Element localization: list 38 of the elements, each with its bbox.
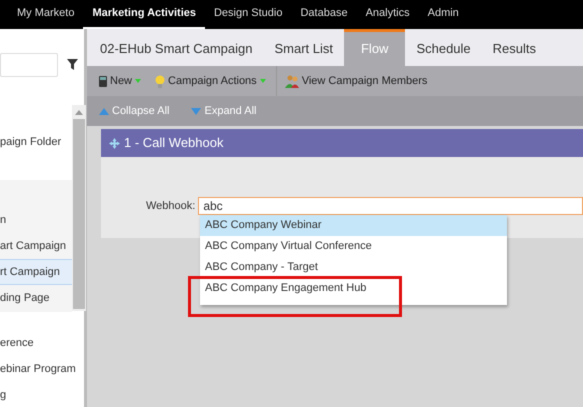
nav-tab[interactable]: Analytics xyxy=(356,0,419,29)
dropdown-caret-icon xyxy=(260,79,266,83)
dropdown-caret-icon xyxy=(135,79,142,83)
toolbar-button[interactable]: New xyxy=(99,66,152,96)
tree-item[interactable]: g xyxy=(0,382,72,407)
cross-arrows-icon xyxy=(109,138,120,148)
suggestion-item[interactable]: ABC Company Engagement Hub xyxy=(200,278,507,299)
flow-step-title: 1 - Call Webhook xyxy=(124,134,224,152)
tree-item[interactable]: erence xyxy=(0,330,72,356)
lightbulb-icon xyxy=(155,74,166,88)
expand-icon xyxy=(191,108,202,114)
nav-tab[interactable]: Design Studio xyxy=(204,0,292,29)
tab[interactable]: Results xyxy=(482,29,548,66)
suggestion-item[interactable]: ABC Company Webinar xyxy=(200,215,507,236)
tree-item[interactable]: ding Page xyxy=(0,285,72,311)
tree-item[interactable]: art Campaign xyxy=(0,233,72,259)
nav-tab[interactable]: Database xyxy=(291,0,357,29)
suggestion-item[interactable]: ABC Company Virtual Conference xyxy=(200,236,507,257)
scroll-up-icon[interactable] xyxy=(75,110,83,114)
nav-tab[interactable]: My Marketo xyxy=(8,0,84,29)
tab[interactable]: Smart List xyxy=(263,29,344,66)
tree-item[interactable]: paign Folder xyxy=(0,129,72,155)
tree-item[interactable]: rt Campaign xyxy=(0,259,72,285)
scrollbar-thumb[interactable] xyxy=(73,119,85,309)
nav-tab[interactable]: Admin xyxy=(418,0,468,29)
toolbar-button[interactable]: View Campaign Members xyxy=(284,66,438,96)
people-icon xyxy=(284,74,299,88)
filter-icon[interactable] xyxy=(67,59,78,70)
search-field[interactable] xyxy=(0,52,58,76)
webhook-input-field[interactable]: abc xyxy=(198,197,583,215)
document-icon xyxy=(99,76,107,86)
field-label: Webhook: xyxy=(146,198,196,214)
tab[interactable]: Schedule xyxy=(405,29,482,66)
suggestion-item[interactable]: ABC Company - Target xyxy=(200,257,507,278)
tab[interactable]: 02-EHub Smart Campaign xyxy=(89,29,264,66)
tree-item[interactable]: n xyxy=(0,207,72,233)
scrollbar[interactable] xyxy=(72,105,86,311)
collapse-icon xyxy=(99,108,109,114)
